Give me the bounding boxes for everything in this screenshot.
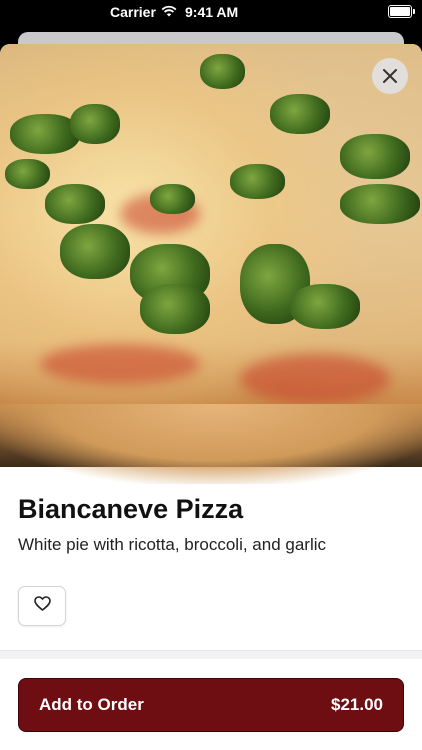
- battery-icon: [388, 5, 415, 18]
- carrier-label: Carrier: [110, 4, 156, 20]
- item-photo: [0, 44, 422, 484]
- wifi-icon: [161, 4, 177, 20]
- close-button[interactable]: [372, 58, 408, 94]
- item-description: White pie with ricotta, broccoli, and ga…: [18, 535, 327, 554]
- heart-icon: [33, 596, 51, 616]
- close-icon: [383, 69, 397, 83]
- status-bar: Carrier 9:41 AM: [0, 0, 422, 26]
- item-info: Biancaneve Pizza White pie with ricotta,…: [18, 494, 404, 555]
- add-to-order-label: Add to Order: [39, 695, 144, 714]
- order-price: $21.00: [331, 695, 383, 714]
- carrier-group: Carrier: [110, 4, 177, 20]
- divider: [0, 650, 422, 659]
- add-to-order-button[interactable]: Add to Order $21.00: [18, 678, 404, 732]
- item-detail-sheet: Biancaneve Pizza White pie with ricotta,…: [0, 44, 422, 750]
- item-name: Biancaneve Pizza: [18, 494, 244, 524]
- favorite-button[interactable]: [18, 586, 66, 626]
- status-time: 9:41 AM: [185, 4, 239, 20]
